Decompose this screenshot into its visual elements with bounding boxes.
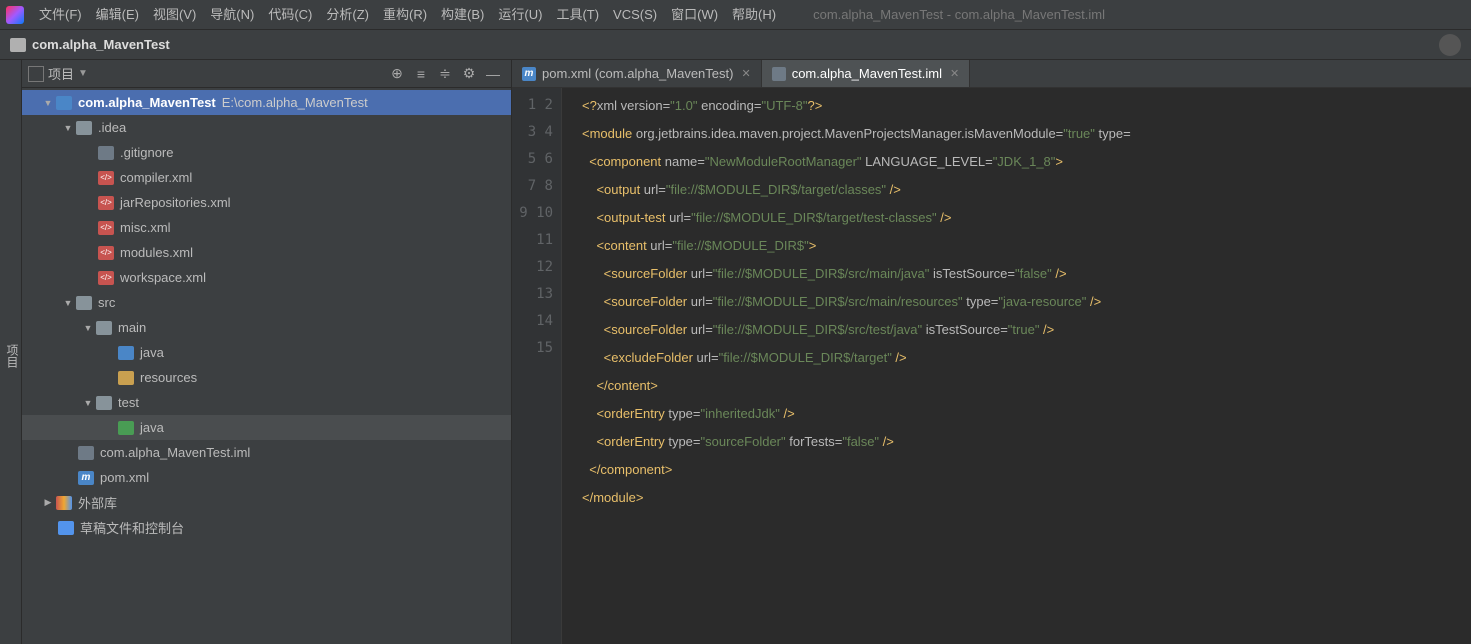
tree-file-iml[interactable]: com.alpha_MavenTest.iml [22,440,511,465]
tree-folder-idea[interactable]: ▼ .idea [22,115,511,140]
tree-file-compiler[interactable]: </> compiler.xml [22,165,511,190]
menu-build[interactable]: 构建(B) [434,0,491,30]
tree-folder-src[interactable]: ▼ src [22,290,511,315]
test-folder-icon [118,421,134,435]
chevron-down-icon[interactable]: ▼ [42,98,54,108]
settings-icon[interactable]: ⚙ [457,62,481,86]
chevron-right-icon[interactable]: ▶ [42,497,54,508]
breadcrumb[interactable]: com.alpha_MavenTest [32,37,170,52]
xml-file-icon: </> [98,196,114,210]
folder-icon [76,296,92,310]
menu-vcs[interactable]: VCS(S) [606,0,664,30]
menu-run[interactable]: 运行(U) [491,0,549,30]
collapse-all-icon[interactable]: ≑ [433,62,457,86]
module-file-icon [78,446,94,460]
folder-icon [10,38,26,52]
menu-tools[interactable]: 工具(T) [549,0,606,30]
tool-window-gutter[interactable]: 项目 [0,60,22,644]
tree-file-gitignore[interactable]: .gitignore [22,140,511,165]
line-number-gutter[interactable]: 1 2 3 4 5 6 7 8 9 10 11 12 13 14 15 [512,88,562,644]
xml-file-icon: </> [98,271,114,285]
locate-icon[interactable]: ⊕ [385,62,409,86]
navigation-bar: com.alpha_MavenTest [0,30,1471,60]
chevron-down-icon[interactable]: ▼ [82,323,94,333]
menu-edit[interactable]: 编辑(E) [89,0,146,30]
tree-root[interactable]: ▼ com.alpha_MavenTest E:\com.alpha_Maven… [22,90,511,115]
tree-file-pom[interactable]: m pom.xml [22,465,511,490]
tree-file-jarrepo[interactable]: </> jarRepositories.xml [22,190,511,215]
app-logo-icon [6,6,24,24]
tree-file-workspace[interactable]: </> workspace.xml [22,265,511,290]
avatar-icon[interactable] [1439,34,1461,56]
editor-tabs: m pom.xml (com.alpha_MavenTest) ✕ com.al… [512,60,1471,88]
tree-folder-test[interactable]: ▼ test [22,390,511,415]
tree-scratches[interactable]: 草稿文件和控制台 [22,515,511,540]
folder-icon [96,321,112,335]
window-title: com.alpha_MavenTest - com.alpha_MavenTes… [813,7,1105,22]
library-icon [56,496,72,510]
editor-area: m pom.xml (com.alpha_MavenTest) ✕ com.al… [512,60,1471,644]
chevron-down-icon[interactable]: ▼ [62,298,74,308]
menu-help[interactable]: 帮助(H) [725,0,783,30]
menu-code[interactable]: 代码(C) [261,0,319,30]
expand-all-icon[interactable]: ≡ [409,62,433,86]
project-folder-icon [56,96,72,110]
project-view-icon[interactable] [28,66,44,82]
tab-pom[interactable]: m pom.xml (com.alpha_MavenTest) ✕ [512,60,762,87]
chevron-down-icon[interactable]: ▼ [62,123,74,133]
scratch-icon [58,521,74,535]
xml-file-icon: </> [98,171,114,185]
resource-folder-icon [118,371,134,385]
tree-folder-main[interactable]: ▼ main [22,315,511,340]
tree-file-misc[interactable]: </> misc.xml [22,215,511,240]
maven-file-icon: m [78,471,94,485]
tree-folder-java[interactable]: java [22,340,511,365]
chevron-down-icon[interactable]: ▼ [82,398,94,408]
xml-file-icon: </> [98,221,114,235]
chevron-down-icon[interactable]: ▼ [78,68,88,79]
xml-file-icon: </> [98,246,114,260]
hide-icon[interactable]: — [481,62,505,86]
project-header: 项目 ▼ ⊕ ≡ ≑ ⚙ — [22,60,511,88]
tree-folder-resources[interactable]: resources [22,365,511,390]
code-editor[interactable]: <?xml version="1.0" encoding="UTF-8"?> <… [562,88,1471,644]
menu-bar: 文件(F) 编辑(E) 视图(V) 导航(N) 代码(C) 分析(Z) 重构(R… [0,0,1471,30]
tree-folder-java-test[interactable]: java [22,415,511,440]
project-tool-window: 项目 ▼ ⊕ ≡ ≑ ⚙ — ▼ com.alpha_MavenTest E:\… [22,60,512,644]
menu-file[interactable]: 文件(F) [32,0,89,30]
module-file-icon [772,67,786,81]
tree-file-modules[interactable]: </> modules.xml [22,240,511,265]
menu-navigate[interactable]: 导航(N) [203,0,261,30]
tree-external-libs[interactable]: ▶ 外部库 [22,490,511,515]
project-view-label[interactable]: 项目 [48,64,74,83]
folder-icon [96,396,112,410]
folder-icon [76,121,92,135]
close-icon[interactable]: ✕ [741,67,750,80]
menu-analyze[interactable]: 分析(Z) [319,0,376,30]
menu-refactor[interactable]: 重构(R) [376,0,434,30]
menu-window[interactable]: 窗口(W) [664,0,725,30]
source-folder-icon [118,346,134,360]
menu-view[interactable]: 视图(V) [146,0,203,30]
project-tree: ▼ com.alpha_MavenTest E:\com.alpha_Maven… [22,88,511,644]
close-icon[interactable]: ✕ [950,67,959,80]
tab-iml[interactable]: com.alpha_MavenTest.iml ✕ [762,60,971,87]
file-icon [98,146,114,160]
maven-file-icon: m [522,67,536,81]
